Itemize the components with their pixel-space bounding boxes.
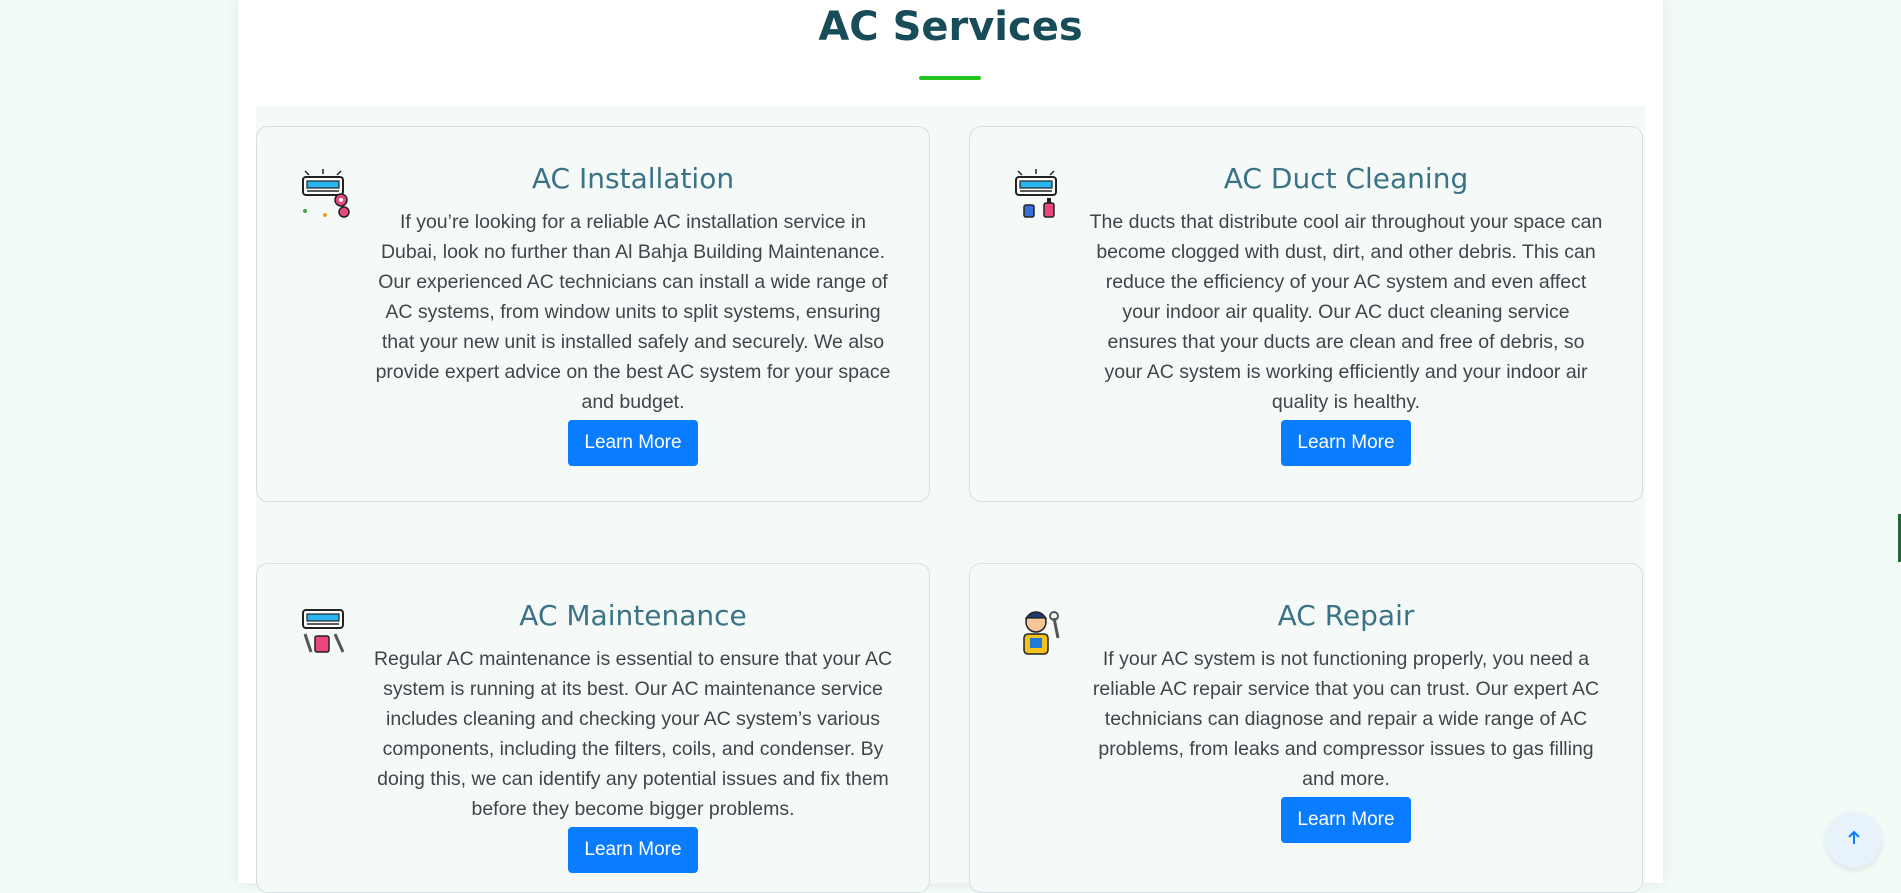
- section-title: AC Services: [818, 4, 1083, 50]
- learn-more-button[interactable]: Learn More: [568, 420, 698, 466]
- card-description: If your AC system is not functioning pro…: [1092, 648, 1600, 790]
- service-card-maintenance: AC Maintenance Regular AC maintenance is…: [256, 563, 930, 893]
- card-description: If you’re looking for a reliable AC inst…: [375, 211, 891, 413]
- service-card-repair: AC Repair If your AC system is not funct…: [969, 563, 1643, 893]
- title-underline: [919, 76, 981, 80]
- card-title: AC Installation: [531, 162, 735, 195]
- card-title: AC Duct Cleaning: [1223, 162, 1469, 195]
- card-description: Regular AC maintenance is essential to e…: [373, 648, 893, 820]
- ac-installation-icon: [297, 167, 355, 221]
- card-title: AC Repair: [1277, 599, 1415, 632]
- card-description: The ducts that distribute cool air throu…: [1089, 211, 1603, 413]
- scroll-to-top-button[interactable]: [1826, 812, 1882, 868]
- learn-more-button[interactable]: Learn More: [1281, 797, 1411, 843]
- ac-maintenance-icon: [297, 604, 355, 658]
- learn-more-button[interactable]: Learn More: [568, 827, 698, 873]
- service-card-duct-cleaning: AC Duct Cleaning The ducts that distribu…: [969, 126, 1643, 502]
- technician-icon: [1010, 604, 1068, 658]
- learn-more-button[interactable]: Learn More: [1281, 420, 1411, 466]
- arrow-up-icon: [1845, 829, 1863, 852]
- card-title: AC Maintenance: [519, 599, 747, 632]
- service-card-installation: AC Installation If you’re looking for a …: [256, 126, 930, 502]
- ac-cleaning-icon: [1010, 167, 1068, 221]
